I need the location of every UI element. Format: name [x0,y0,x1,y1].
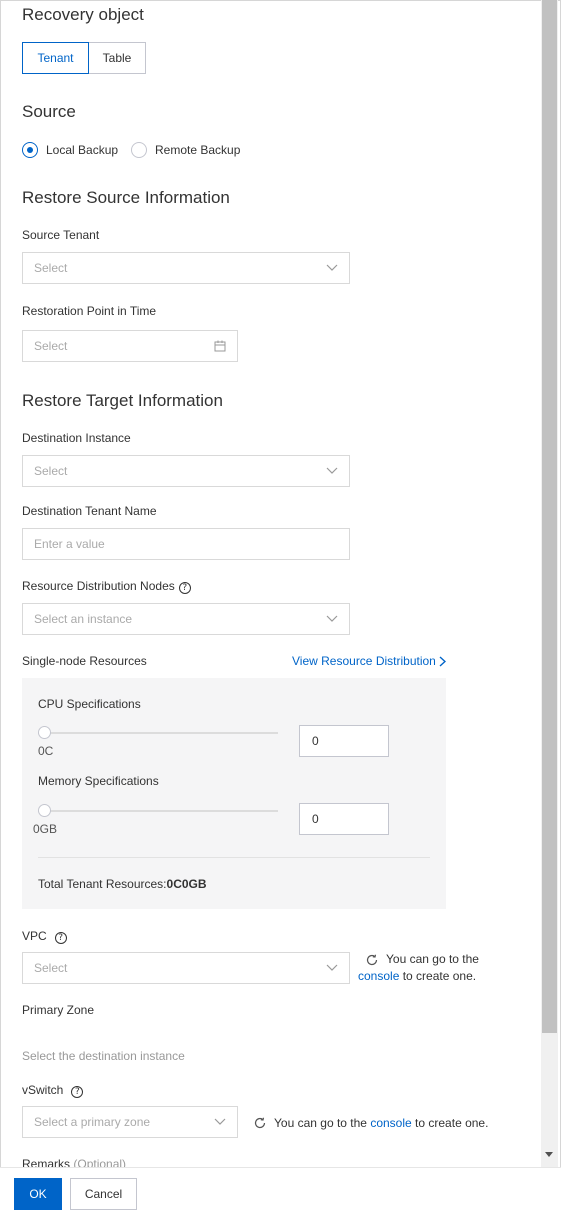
destination-tenant-name-input[interactable]: Enter a value [22,528,350,560]
resource-nodes-label: Resource Distribution Nodes [22,579,175,593]
vswitch-hint-suffix: to create one. [415,1116,489,1130]
chevron-down-icon [326,262,338,274]
cpu-input-value: 0 [312,734,319,748]
dialog-footer: OK Cancel [0,1167,561,1213]
source-title: Source [22,102,76,121]
source-tenant-label: Source Tenant [22,228,100,242]
restoration-point-placeholder: Select [34,339,68,353]
chevron-down-icon [326,613,338,625]
memory-slider-value: 0GB [33,822,58,836]
memory-slider-thumb[interactable] [38,804,51,817]
vpc-hint: You can go to the console to create one. [358,951,479,985]
destination-instance-label: Destination Instance [22,431,131,445]
recovery-object-tenant-button[interactable]: Tenant [22,42,89,74]
chevron-down-icon [326,465,338,477]
resource-nodes-label-row: Resource Distribution Nodes? [22,579,191,594]
single-node-label: Single-node Resources [22,654,147,668]
cpu-spec-label: CPU Specifications [38,697,141,711]
radio-remote-backup-label: Remote Backup [155,143,241,157]
cpu-slider-thumb[interactable] [38,726,51,739]
refresh-icon[interactable] [254,1117,266,1129]
remarks-label-row: Remarks (Optional) [22,1157,126,1167]
destination-tenant-name-placeholder: Enter a value [34,537,105,551]
memory-slider-track[interactable] [38,810,278,812]
vpc-select[interactable]: Select [22,952,350,984]
vpc-label-row: VPC? [22,929,67,944]
remarks-label: Remarks [22,1157,71,1167]
vpc-console-link[interactable]: console [358,969,399,983]
vswitch-console-link[interactable]: console [370,1116,411,1130]
cpu-number-input[interactable]: 0 [299,725,389,757]
recovery-object-title: Recovery object [22,5,144,24]
radio-checked-icon[interactable] [22,142,38,158]
vswitch-label: vSwitch [22,1083,64,1097]
vertical-scrollbar[interactable] [541,0,558,1167]
vpc-placeholder: Select [34,961,68,975]
memory-input-value: 0 [312,812,319,826]
vswitch-placeholder: Select a primary zone [34,1115,151,1129]
destination-instance-select[interactable]: Select [22,455,350,487]
resource-nodes-placeholder: Select an instance [34,612,133,626]
source-tenant-placeholder: Select [34,261,68,275]
destination-instance-placeholder: Select [34,464,68,478]
cancel-button[interactable]: Cancel [70,1178,137,1210]
chevron-down-icon [214,1116,226,1128]
restore-source-title: Restore Source Information [22,188,230,207]
resource-panel: CPU Specifications 0C 0 Memory Specifica… [22,678,446,909]
chevron-down-icon [326,962,338,974]
ok-button[interactable]: OK [14,1178,62,1210]
scrollbar-thumb[interactable] [542,0,557,1033]
restoration-point-label: Restoration Point in Time [22,304,157,318]
view-resource-distribution-label: View Resource Distribution [292,654,436,668]
destination-tenant-name-label: Destination Tenant Name [22,504,157,518]
restoration-point-datepicker[interactable]: Select [22,330,238,362]
panel-divider [38,857,430,858]
scroll-down-arrow-icon[interactable] [545,1152,553,1157]
vswitch-hint-prefix: You can go to the [274,1116,367,1130]
radio-remote-backup[interactable]: Remote Backup [131,142,240,158]
help-icon[interactable]: ? [178,582,191,594]
restore-target-title: Restore Target Information [22,391,223,410]
memory-number-input[interactable]: 0 [299,803,389,835]
help-icon[interactable]: ? [54,932,67,944]
recovery-object-toggle: Tenant Table [22,42,146,74]
vswitch-label-row: vSwitch? [22,1083,84,1098]
radio-local-backup[interactable]: Local Backup [22,142,118,158]
refresh-icon[interactable] [366,954,378,966]
radio-unchecked-icon[interactable] [131,142,147,158]
chevron-right-icon [439,655,446,667]
help-icon[interactable]: ? [71,1086,84,1098]
calendar-icon [214,340,226,352]
radio-local-backup-label: Local Backup [46,143,119,157]
resource-nodes-select[interactable]: Select an instance [22,603,350,635]
remarks-optional: (Optional) [73,1157,127,1167]
vswitch-hint: You can go to the console to create one. [254,1116,488,1130]
primary-zone-hint: Select the destination instance [22,1049,185,1063]
cpu-slider-value: 0C [38,744,54,758]
cpu-slider-track[interactable] [38,732,278,734]
vswitch-select[interactable]: Select a primary zone [22,1106,238,1138]
total-resources-value: 0C0GB [166,877,207,891]
total-resources-row: Total Tenant Resources:0C0GB [38,877,207,891]
recovery-object-table-button[interactable]: Table [88,42,146,74]
memory-spec-label: Memory Specifications [38,774,159,788]
primary-zone-label: Primary Zone [22,1003,95,1017]
source-tenant-select[interactable]: Select [22,252,350,284]
form-scroll-area: Recovery object Tenant Table Source Loca… [0,0,541,1167]
vpc-hint-prefix: You can go to the [386,952,479,966]
vpc-hint-suffix: to create one. [402,969,477,983]
total-resources-label: Total Tenant Resources: [38,877,167,891]
vpc-label: VPC [22,929,47,943]
view-resource-distribution-link[interactable]: View Resource Distribution [292,654,446,668]
